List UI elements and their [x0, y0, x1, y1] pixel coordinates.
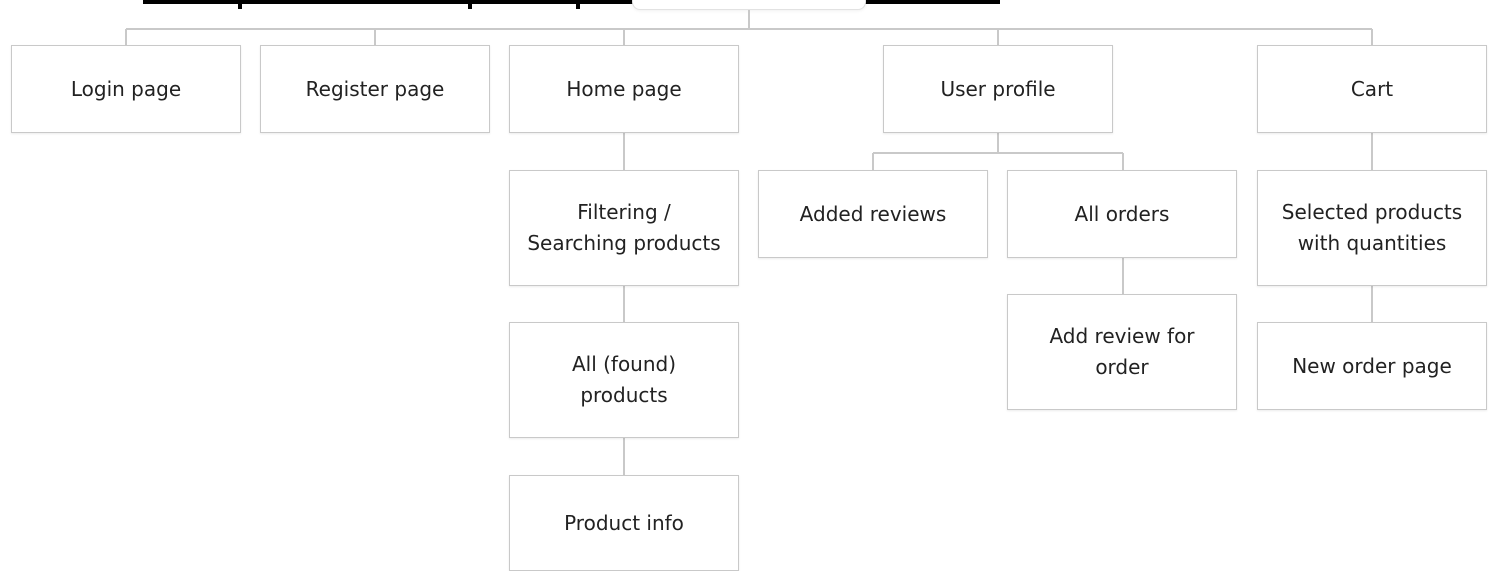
sitemap-diagram: Login page Register page Home page User …	[0, 0, 1495, 571]
node-cart-label: Cart	[1350, 76, 1394, 101]
node-cart: Cart	[1257, 45, 1487, 133]
node-filtering-searching-products-label: Filtering / Searching products	[527, 200, 721, 255]
node-user-profile-label: User profile	[940, 76, 1056, 101]
node-home-page-label: Home page	[566, 76, 682, 101]
node-register-page-label: Register page	[305, 76, 445, 101]
node-new-order-page: New order page	[1257, 322, 1487, 410]
node-all-found-products-label: All (found) products	[571, 352, 677, 407]
node-register-page: Register page	[260, 45, 490, 133]
node-all-orders: All orders	[1007, 170, 1237, 258]
node-login-page-label: Login page	[70, 76, 182, 101]
node-new-order-page-label: New order page	[1292, 353, 1452, 378]
node-product-info: Product info	[509, 475, 739, 571]
node-selected-products-label: Selected products with quantities	[1281, 200, 1463, 255]
node-added-reviews: Added reviews	[758, 170, 988, 258]
node-home-page: Home page	[509, 45, 739, 133]
node-filtering-searching-products: Filtering / Searching products	[509, 170, 739, 286]
node-added-reviews-label: Added reviews	[799, 201, 947, 226]
node-all-orders-label: All orders	[1074, 201, 1170, 226]
node-selected-products: Selected products with quantities	[1257, 170, 1487, 286]
node-add-review-for-order: Add review for order	[1007, 294, 1237, 410]
node-product-info-label: Product info	[564, 510, 684, 535]
node-user-profile: User profile	[883, 45, 1113, 133]
node-add-review-for-order-label: Add review for order	[1049, 324, 1195, 379]
node-login-page: Login page	[11, 45, 241, 133]
node-all-found-products: All (found) products	[509, 322, 739, 438]
